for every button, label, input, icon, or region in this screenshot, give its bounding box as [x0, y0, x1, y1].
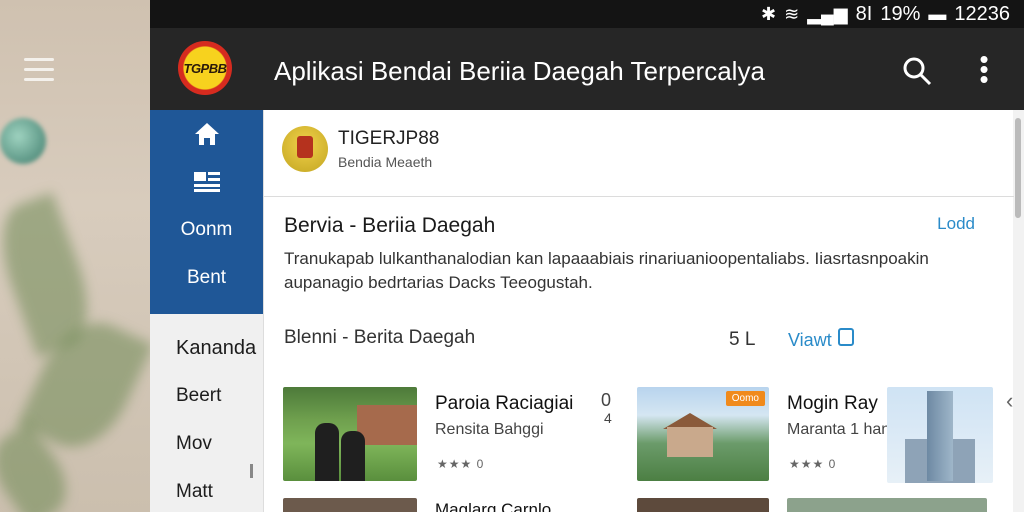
main-content: TIGERJP88 Bendia Meaeth Bervia - Beriia …	[263, 110, 1014, 512]
profile-subtitle: Bendia Meaeth	[338, 154, 433, 170]
nav-scroll-marker	[250, 464, 253, 478]
home-icon	[194, 123, 219, 145]
item-thumbnail[interactable]	[283, 387, 417, 481]
card-link[interactable]: Lodd	[937, 214, 975, 234]
nav-item-kananda[interactable]: Kananda	[150, 324, 263, 372]
side-nav: Oonm Bent Kananda Beert Mov Matt	[150, 110, 263, 512]
house-shape	[667, 427, 713, 457]
card-title: Bervia - Beriia Daegah	[284, 214, 496, 237]
item-thumbnail-partial[interactable]	[283, 498, 417, 512]
signal-icon: ▂▄▆	[807, 3, 848, 24]
profile-name: TIGERJP88	[338, 128, 440, 149]
nav-item-matt[interactable]: Matt	[150, 468, 263, 512]
background-menu-icon	[24, 58, 54, 88]
news-icon	[193, 172, 220, 192]
background-blur	[0, 0, 150, 512]
bluetooth-icon: ✱	[761, 3, 777, 24]
item-title[interactable]: Mogin Ray	[787, 393, 878, 415]
section-title: Blenni - Berita Daegah	[284, 327, 476, 348]
card-description: Tranukapab lulkanthanalodian kan lapaaab…	[284, 249, 929, 292]
person-shape	[341, 431, 365, 481]
nav-item-bent[interactable]: Bent	[150, 254, 263, 302]
item-thumbnail[interactable]: Oomo	[637, 387, 769, 481]
app-bar: TGPBB Aplikasi Bendai Beriia Daegah Terp…	[150, 28, 1024, 110]
scrollbar[interactable]	[1015, 118, 1021, 218]
item-title-partial[interactable]: Maglarg Carnlo	[435, 500, 551, 512]
battery-percent: 19%	[880, 2, 921, 25]
app-logo[interactable]: TGPBB	[178, 41, 232, 95]
status-glyph: 8I	[855, 2, 873, 25]
nav-item-oonm[interactable]: Oonm	[150, 206, 263, 254]
side-nav-primary: Oonm Bent	[150, 110, 263, 314]
item-rating: ★★★ 0	[789, 457, 837, 471]
thumbnail-tag: Oomo	[725, 391, 765, 406]
battery-icon: ▬	[928, 3, 947, 24]
item-thumbnail-partial[interactable]	[787, 498, 987, 512]
item-side-value: 4	[604, 410, 612, 426]
item-rating: ★★★ 0	[437, 457, 485, 471]
item-side-value: 0	[601, 390, 612, 410]
section-count: 5 L	[729, 329, 756, 350]
avatar	[282, 126, 328, 172]
item-thumbnail-partial[interactable]	[637, 498, 769, 512]
app-title: Aplikasi Bendai Beriia Daegah Terpercaly…	[274, 56, 765, 86]
nav-item-home[interactable]	[150, 110, 263, 158]
search-icon[interactable]	[902, 56, 932, 86]
logo-text: TGPBB	[183, 60, 228, 76]
person-shape	[315, 423, 339, 481]
view-all-link[interactable]: Viawt	[788, 330, 832, 351]
status-bar: ✱ ≋ ▂▄▆ 8I 19% ▬ 12236	[150, 0, 1024, 28]
background-orb	[0, 118, 46, 164]
phone-screen: ✱ ≋ ▂▄▆ 8I 19% ▬ 12236 TGPBB Aplikasi Be…	[150, 0, 1024, 512]
nav-item-mov[interactable]: Mov	[150, 420, 263, 468]
tower-shape	[927, 391, 953, 481]
item-title[interactable]: Paroia Raciagiai	[435, 393, 573, 415]
more-options-icon[interactable]: • • •	[978, 46, 990, 92]
divider	[264, 196, 1014, 197]
profile-header[interactable]: TIGERJP88 Bendia Meaeth	[282, 126, 439, 172]
item-subtitle: Rensita Bahggi	[435, 421, 544, 438]
external-link-icon[interactable]	[838, 328, 854, 346]
wifi-icon: ≋	[784, 3, 800, 24]
nav-item-news[interactable]	[150, 158, 263, 206]
building-shape	[357, 405, 417, 445]
side-nav-secondary: Kananda Beert Mov Matt	[150, 314, 263, 512]
clock: 12236	[954, 2, 1010, 25]
chevron-left-icon[interactable]: ‹	[1006, 388, 1013, 414]
item-thumbnail[interactable]	[887, 387, 993, 483]
nav-item-beert[interactable]: Beert	[150, 372, 263, 420]
